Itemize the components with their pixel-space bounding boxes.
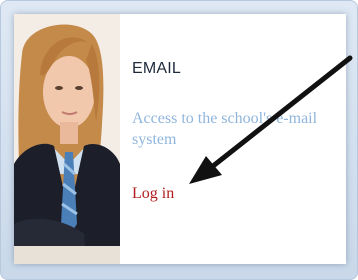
card-title: EMAIL: [132, 60, 182, 77]
card-description: Access to the school's e-mail system: [132, 110, 318, 148]
login-link[interactable]: Log in: [132, 185, 174, 203]
email-card: EMAIL Access to the school's e-mail syst…: [14, 14, 346, 264]
student-photo: [14, 14, 120, 264]
